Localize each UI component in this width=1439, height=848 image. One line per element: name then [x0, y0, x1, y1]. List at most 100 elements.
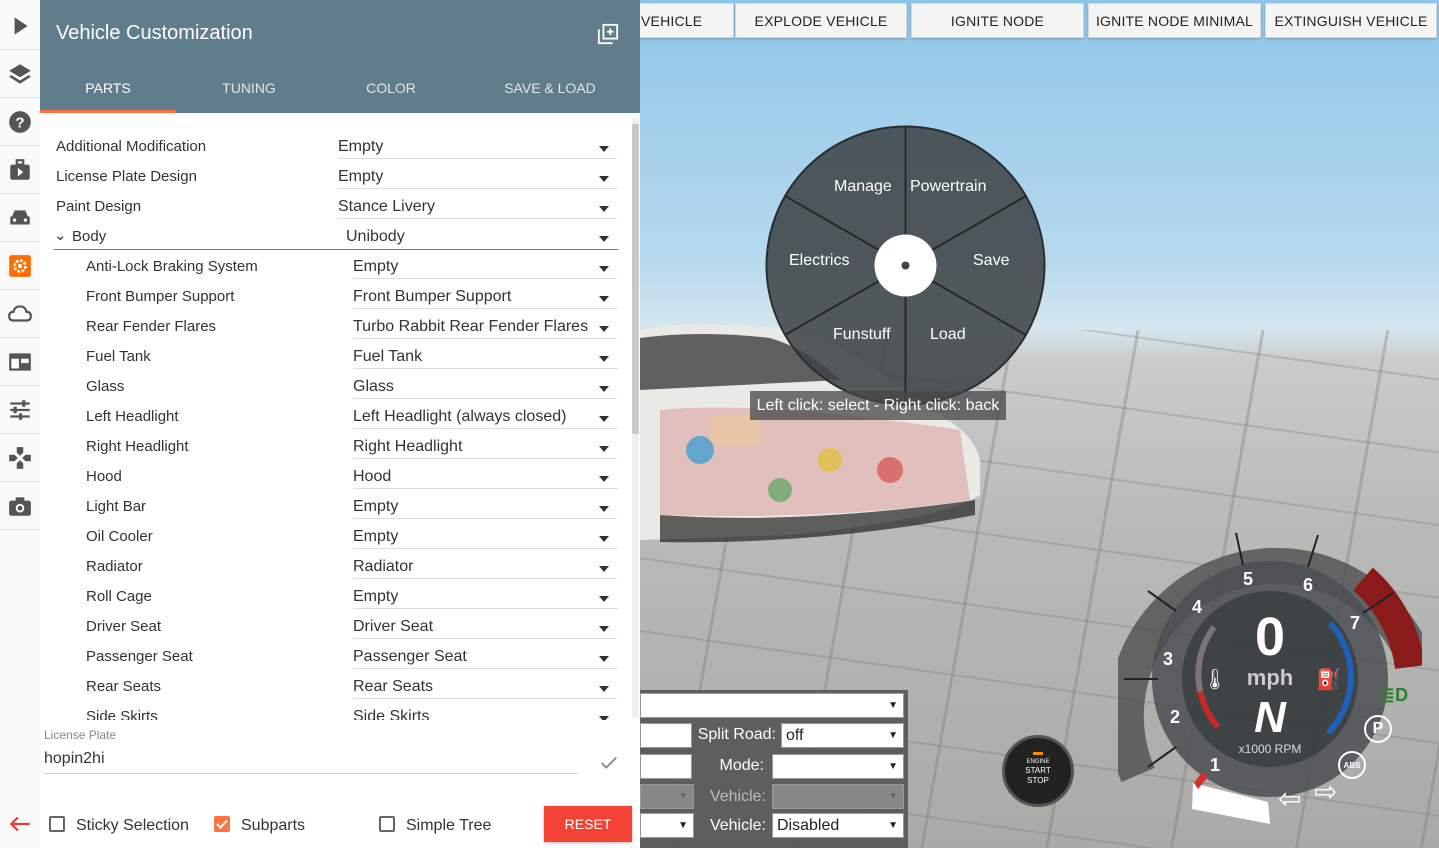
mode-label: Mode: [719, 757, 764, 774]
part-select[interactable]: Hood [353, 468, 617, 489]
part-select[interactable]: Stance Livery [338, 198, 617, 219]
check-icon[interactable] [598, 752, 620, 774]
chevron-down-icon[interactable]: ⌄ [54, 226, 67, 244]
radial-item-manage[interactable]: Manage [834, 178, 892, 196]
cloud-icon [8, 304, 32, 322]
mode-select[interactable]: ▼ [772, 754, 904, 779]
top-select[interactable]: ▼ [640, 693, 904, 718]
radial-item-electrics[interactable]: Electrics [789, 252, 849, 270]
speed-readout: 0 [1254, 607, 1286, 667]
radial-item-funstuff[interactable]: Funstuff [833, 326, 891, 344]
tab-save-load[interactable]: SAVE & LOAD [480, 80, 620, 96]
part-select[interactable]: Right Headlight [353, 438, 617, 459]
left-input-2[interactable] [640, 754, 692, 779]
dropdown-arrow-icon [599, 356, 609, 362]
extinguish-vehicle-button[interactable]: EXTINGUISH VEHICLE [1265, 3, 1437, 38]
part-row: Oil Cooler Empty [40, 520, 620, 550]
vehicle-select[interactable]: Disabled ▼ [772, 813, 904, 838]
part-row: ⌄ Body Unibody [40, 220, 620, 250]
part-row: Paint Design Stance Livery [40, 190, 620, 220]
play-icon [14, 16, 28, 35]
help-menu-button[interactable]: ? [0, 98, 40, 146]
part-select[interactable]: Glass [353, 378, 617, 399]
reset-button[interactable]: RESET [544, 806, 632, 842]
scenario-menu-button[interactable] [0, 146, 40, 194]
briefcase-play-icon [10, 158, 30, 180]
dropdown-arrow-icon [599, 416, 609, 422]
explode-vehicle-button[interactable]: EXPLODE VEHICLE [735, 3, 907, 38]
chevron-down-icon: ▼ [888, 761, 898, 772]
part-select[interactable]: Radiator [353, 558, 617, 579]
split-road-value: off [786, 726, 804, 744]
part-name: Radiator [86, 558, 143, 575]
left-input-3-disabled: ▼ [640, 784, 694, 809]
sticky-selection-label: Sticky Selection [76, 817, 189, 834]
part-select[interactable]: Passenger Seat [353, 648, 617, 669]
photo-mode-menu-button[interactable] [0, 482, 40, 530]
dropdown-arrow-icon [599, 566, 609, 572]
subparts-checkbox[interactable] [214, 816, 230, 832]
turn-right-icon: ⇨ [1314, 776, 1338, 807]
part-select[interactable]: Empty [353, 498, 617, 519]
dropdown-arrow-icon [599, 656, 609, 662]
vehicle-select-disabled: ▼ [772, 784, 904, 809]
speedometer-gauge: 1 2 3 4 5 6 7 0 mph N x1000 RPM 🌡 ⛽ ≣D P… [1107, 527, 1431, 831]
engine-start-stop-button[interactable]: ENGINE START STOP [1002, 735, 1074, 807]
ui-apps-menu-button[interactable] [0, 338, 40, 386]
part-select[interactable]: Empty [353, 258, 617, 279]
simple-tree-checkbox[interactable] [379, 816, 395, 832]
dropdown-arrow-icon [599, 476, 609, 482]
left-input-1[interactable] [640, 723, 692, 748]
dropdown-arrow-icon [599, 446, 609, 452]
split-road-select[interactable]: off ▼ [781, 723, 904, 748]
part-select[interactable]: Empty [353, 588, 617, 609]
engine-indicator [1033, 752, 1043, 755]
part-select[interactable]: Empty [338, 138, 617, 159]
part-name: Paint Design [56, 198, 142, 215]
back-button[interactable] [0, 800, 40, 848]
part-name: License Plate Design [56, 168, 197, 185]
vehicle-label-disabled: Vehicle: [709, 788, 766, 805]
tab-parts[interactable]: PARTS [40, 80, 176, 96]
part-select[interactable]: Rear Seats [353, 678, 617, 699]
chevron-down-icon: ▼ [678, 791, 688, 802]
part-select[interactable]: Unibody [346, 228, 617, 249]
sticky-selection-checkbox[interactable] [49, 816, 65, 832]
part-row: Front Bumper Support Front Bumper Support [40, 280, 620, 310]
controls-menu-button[interactable] [0, 434, 40, 482]
dropdown-arrow-icon [599, 176, 609, 182]
new-window-icon[interactable] [597, 23, 619, 45]
environment-menu-button[interactable] [0, 290, 40, 338]
part-select[interactable]: Side Skirts [353, 708, 617, 720]
left-input-4[interactable]: ▼ [640, 813, 694, 838]
play-menu-button[interactable] [0, 2, 40, 50]
tab-color[interactable]: COLOR [323, 80, 459, 96]
vehicle-config-menu-button[interactable] [0, 242, 40, 290]
radial-menu: Manage Powertrain Electrics Save Funstuf… [765, 125, 1046, 406]
vehicle-customization-panel: Vehicle Customization PARTS TUNING COLOR… [40, 0, 640, 848]
dropdown-arrow-icon [599, 626, 609, 632]
part-select[interactable]: Empty [338, 168, 617, 189]
radial-item-load[interactable]: Load [930, 326, 966, 344]
part-row: Fuel Tank Fuel Tank [40, 340, 620, 370]
part-select[interactable]: Driver Seat [353, 618, 617, 639]
part-select[interactable]: Empty [353, 528, 617, 549]
part-select[interactable]: Left Headlight (always closed) [353, 408, 617, 429]
part-select[interactable]: Turbo Rabbit Rear Fender Flares [353, 318, 617, 339]
vehicle-button[interactable]: VEHICLE [635, 3, 734, 38]
arrow-left-icon [9, 816, 30, 832]
part-select[interactable]: Fuel Tank [353, 348, 617, 369]
radial-item-powertrain[interactable]: Powertrain [910, 178, 986, 196]
part-select[interactable]: Front Bumper Support [353, 288, 617, 309]
license-plate-input[interactable]: hopin2hi [44, 750, 578, 774]
layers-menu-button[interactable] [0, 50, 40, 98]
vehicles-menu-button[interactable] [0, 194, 40, 242]
ignite-node-button[interactable]: IGNITE NODE [911, 3, 1084, 38]
dashboard-icon [9, 352, 31, 371]
radial-item-save[interactable]: Save [973, 252, 1009, 270]
ignite-node-minimal-button[interactable]: IGNITE NODE MINIMAL [1088, 3, 1261, 38]
tab-tuning[interactable]: TUNING [181, 80, 317, 96]
parts-list-scrollbar-thumb[interactable] [632, 124, 639, 434]
options-menu-button[interactable] [0, 386, 40, 434]
turn-left-icon: ⇦ [1278, 783, 1302, 814]
